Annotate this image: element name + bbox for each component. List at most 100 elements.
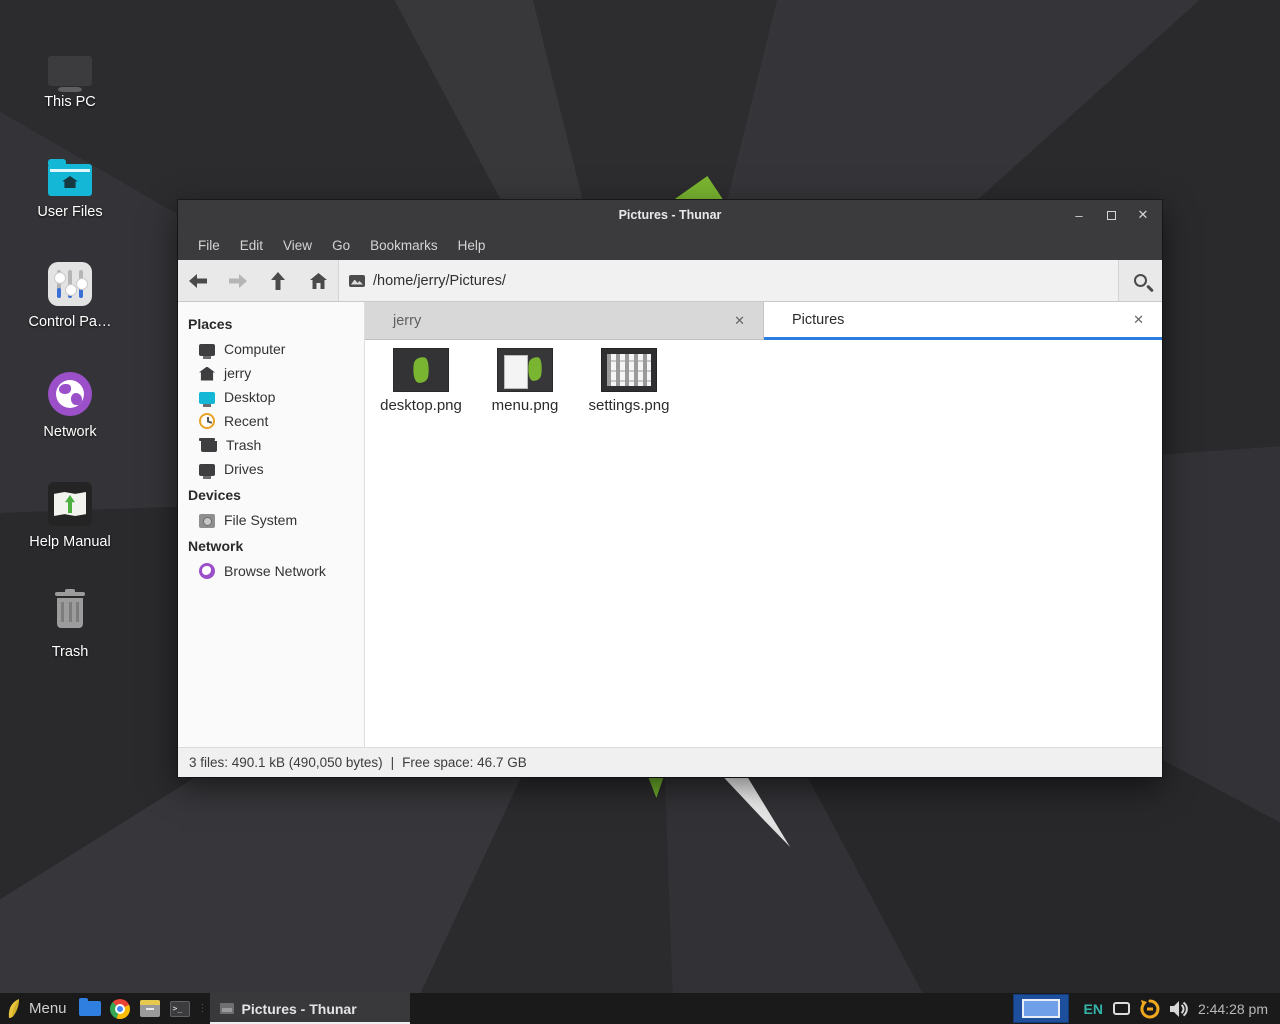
desktop-icon-trash[interactable]: Trash — [0, 564, 140, 660]
wallpaper-leaf-top — [672, 176, 724, 201]
desktop-icon-label: Network — [43, 424, 96, 440]
window-controls: – ✕ — [1068, 200, 1154, 230]
sidebar-item-desktop[interactable]: Desktop — [178, 385, 364, 409]
distro-feather-logo-icon — [6, 998, 22, 1020]
workspace-1[interactable] — [1022, 999, 1060, 1018]
window-titlebar[interactable]: Pictures - Thunar – ✕ — [178, 200, 1162, 230]
app-menu-button[interactable]: Menu — [0, 993, 75, 1024]
file-cabinet-icon — [140, 1000, 160, 1017]
sidebar-item-computer[interactable]: Computer — [178, 337, 364, 361]
home-glyph-icon — [62, 176, 78, 188]
tab-jerry[interactable]: jerry ✕ — [365, 302, 764, 339]
forward-arrow-icon — [229, 274, 247, 288]
sidebar-item-jerry[interactable]: jerry — [178, 361, 364, 385]
home-icon — [310, 273, 327, 289]
chrome-launcher[interactable] — [105, 993, 135, 1024]
help-manual-map-icon — [48, 482, 92, 526]
window-title: Pictures - Thunar — [178, 208, 1162, 222]
workspace-switcher[interactable] — [1013, 994, 1069, 1023]
tab-pictures[interactable]: Pictures ✕ — [764, 302, 1162, 340]
volume-icon[interactable] — [1170, 1001, 1188, 1017]
sidebar-item-label: Recent — [224, 413, 268, 429]
file-menu-png[interactable]: menu.png — [475, 348, 575, 414]
user-files-folder-icon — [48, 164, 92, 196]
sidebar-item-label: File System — [224, 512, 297, 528]
file-name: desktop.png — [380, 397, 462, 414]
desktop-icon-this-pc[interactable]: This PC — [0, 14, 140, 110]
maximize-button[interactable] — [1100, 204, 1122, 226]
sidebar-item-drives[interactable]: Drives — [178, 457, 364, 481]
up-arrow-icon — [271, 272, 285, 290]
sidebar-item-recent[interactable]: Recent — [178, 409, 364, 433]
path-text: /home/jerry/Pictures/ — [373, 273, 506, 289]
computer-icon — [199, 344, 215, 356]
desktop-icon-label: User Files — [37, 204, 102, 220]
drives-icon — [199, 464, 215, 476]
menu-bookmarks[interactable]: Bookmarks — [360, 233, 448, 258]
desktop-icon-help-manual[interactable]: Help Manual — [0, 454, 140, 550]
sidebar-item-label: Browse Network — [224, 563, 326, 579]
tab-close-icon[interactable]: ✕ — [730, 311, 749, 331]
toolbar: /home/jerry/Pictures/ — [178, 260, 1162, 302]
sidebar-item-browse-network[interactable]: Browse Network — [178, 559, 364, 583]
tab-close-icon[interactable]: ✕ — [1129, 310, 1148, 330]
task-window-label: Pictures - Thunar — [242, 1001, 357, 1017]
statusbar-files-summary: 3 files: 490.1 kB (490,050 bytes) — [189, 755, 383, 770]
desktop-icon-label: Help Manual — [29, 534, 110, 550]
settings-png-thumbnail-icon — [601, 348, 657, 392]
wallpaper-leaf-bottom — [647, 776, 664, 798]
menu-png-thumbnail-icon — [497, 348, 553, 392]
file-name: settings.png — [589, 397, 670, 414]
menu-go[interactable]: Go — [322, 233, 360, 258]
wallpaper-feather-quill — [721, 776, 793, 850]
picture-location-icon — [349, 275, 365, 287]
network-globe-icon — [48, 372, 92, 416]
back-button[interactable] — [178, 260, 218, 301]
clock[interactable]: 2:44:28 pm — [1198, 1001, 1272, 1017]
forward-button[interactable] — [218, 260, 258, 301]
terminal-launcher[interactable]: >_ — [165, 993, 195, 1024]
display-tray-icon[interactable] — [1113, 1002, 1130, 1015]
sidebar-item-trash[interactable]: Trash — [178, 433, 364, 457]
trash-icon — [201, 441, 217, 452]
close-button[interactable]: ✕ — [1132, 204, 1154, 226]
up-button[interactable] — [258, 260, 298, 301]
sidebar-item-label: Trash — [226, 437, 261, 453]
sidebar-item-file-system[interactable]: File System — [178, 508, 364, 532]
file-settings-png[interactable]: settings.png — [579, 348, 679, 414]
menu-file[interactable]: File — [188, 233, 230, 258]
menu-view[interactable]: View — [273, 233, 322, 258]
back-arrow-icon — [189, 274, 207, 288]
menu-help[interactable]: Help — [448, 233, 496, 258]
menu-edit[interactable]: Edit — [230, 233, 273, 258]
network-globe-icon — [199, 563, 215, 579]
sidebar-header-network: Network — [178, 532, 364, 559]
file-manager-launcher[interactable] — [75, 993, 105, 1024]
desktop-icon-control-panel[interactable]: Control Pa… — [0, 234, 140, 330]
update-manager-icon[interactable] — [1140, 999, 1160, 1019]
path-entry[interactable]: /home/jerry/Pictures/ — [338, 260, 1118, 301]
search-button[interactable] — [1118, 260, 1162, 301]
keyboard-layout-indicator[interactable]: EN — [1083, 1001, 1102, 1017]
desktop-icon-network[interactable]: Network — [0, 344, 140, 440]
file-list: desktop.png menu.png settings.png — [365, 340, 1162, 747]
desktop-icon-user-files[interactable]: User Files — [0, 124, 140, 220]
tab-label: Pictures — [792, 312, 1129, 328]
sidebar: Places Computer jerry Desktop Recent — [178, 302, 365, 747]
minimize-button[interactable]: – — [1068, 204, 1090, 226]
desktop-icons: This PC User Files Control Pa… Network H… — [0, 14, 140, 674]
statusbar-free-space: Free space: 46.7 GB — [402, 755, 527, 770]
archive-launcher[interactable] — [135, 993, 165, 1024]
menu-label: Menu — [29, 1000, 67, 1017]
terminal-icon: >_ — [170, 1001, 190, 1017]
sidebar-header-devices: Devices — [178, 481, 364, 508]
file-desktop-png[interactable]: desktop.png — [371, 348, 471, 414]
desktop-icon-label: Control Pa… — [28, 314, 111, 330]
sidebar-header-places: Places — [178, 310, 364, 337]
tasklist-separator: ⋮ — [195, 1003, 210, 1014]
taskbar-window-button[interactable]: Pictures - Thunar — [210, 993, 410, 1024]
home-button[interactable] — [298, 260, 338, 301]
taskbar: Menu >_ ⋮ Pictures - Thunar EN 2: — [0, 993, 1280, 1024]
desktop-icon-label: Trash — [52, 644, 89, 660]
tab-label: jerry — [393, 313, 730, 329]
